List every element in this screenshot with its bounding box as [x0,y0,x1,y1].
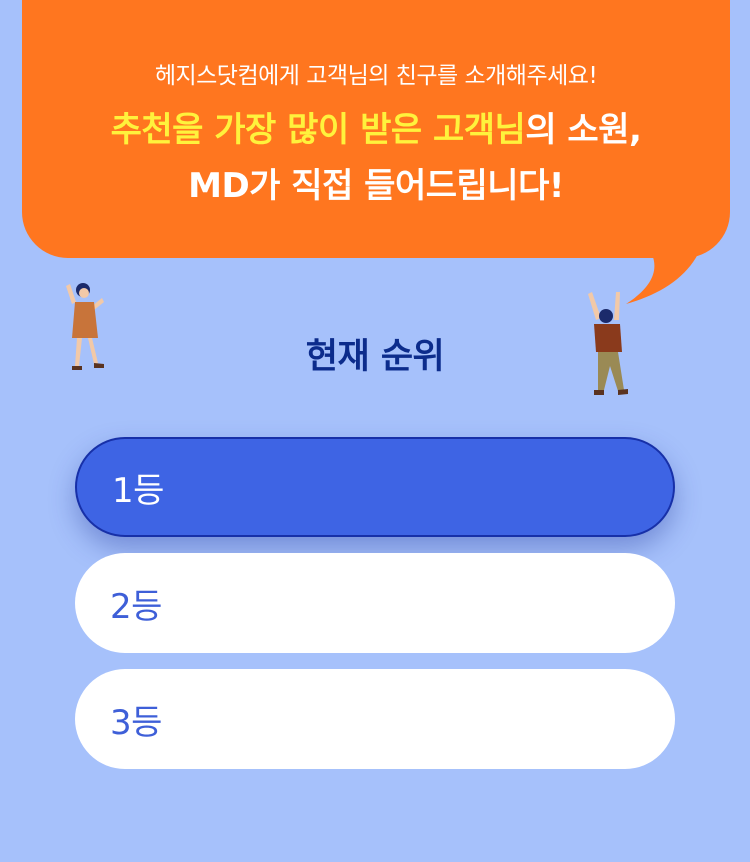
rank-item-2[interactable]: 2등 [75,553,675,653]
rank-label: 1등 [112,470,164,511]
bubble-headline: 추천을 가장 많이 받은 고객님의 소원, [22,102,730,151]
rank-label: 3등 [110,702,162,743]
ranking-list: 1등 2등 3등 [75,437,675,785]
headline-rest: 의 소원, [525,110,642,150]
rank-item-1[interactable]: 1등 [75,437,675,537]
bubble-subtitle: 헤지스닷컴에게 고객님의 친구를 소개해주세요! [154,63,598,89]
headline-highlight: 추천을 가장 많이 받은 고객님 [110,110,526,150]
rank-item-3[interactable]: 3등 [75,669,675,769]
bubble-headline-line2: MD가 직접 들어드립니다! [188,166,564,206]
ranking-title: 현재 순위 [305,337,445,377]
rank-label: 2등 [110,586,162,627]
